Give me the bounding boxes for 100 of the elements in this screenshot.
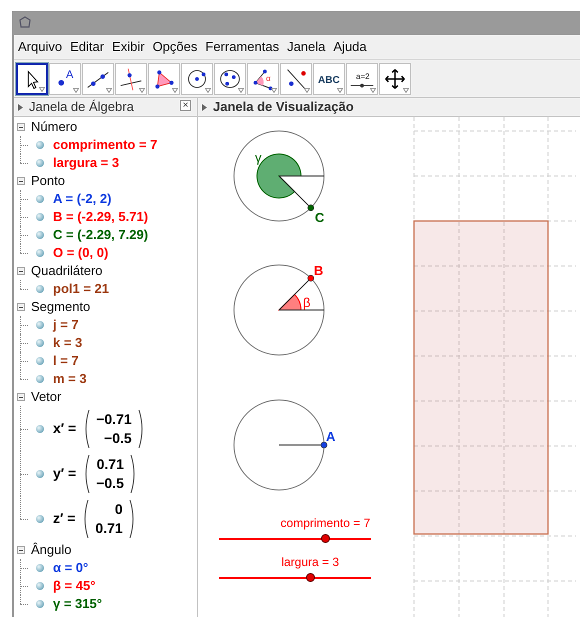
app-icon — [18, 16, 32, 30]
vector-component: 0.71 — [96, 454, 124, 474]
move-arrows-icon — [384, 68, 406, 89]
dropdown-triangle-icon[interactable] — [304, 88, 310, 92]
object-value[interactable]: B = (-2.29, 5.71) — [53, 207, 148, 227]
point[interactable] — [320, 442, 328, 448]
slider-label: comprimento = 7 — [280, 516, 370, 530]
tool-label: ABC — [318, 74, 340, 88]
visibility-bullet-icon[interactable] — [36, 321, 44, 329]
visibility-bullet-icon[interactable] — [36, 424, 44, 432]
menu-item[interactable]: Arquivo — [17, 37, 64, 57]
vector-component: 0.71 — [95, 518, 123, 538]
point-label: C — [314, 210, 324, 225]
category-label: Segmento — [31, 298, 90, 316]
collapse-icon[interactable] — [17, 303, 25, 311]
visibility-bullet-icon[interactable] — [36, 249, 44, 257]
collapse-icon[interactable] — [17, 177, 25, 185]
vector-label: y′ = — [53, 464, 76, 483]
object-value[interactable]: largura = 3 — [53, 153, 120, 173]
collapse-icon[interactable] — [17, 546, 25, 554]
visibility-bullet-icon[interactable] — [36, 213, 44, 221]
visibility-bullet-icon[interactable] — [36, 600, 44, 608]
tool-label: A — [66, 68, 74, 82]
tool-button[interactable] — [16, 62, 48, 94]
object-value[interactable]: l = 7 — [53, 351, 79, 371]
slider-label: largura = 3 — [281, 555, 340, 569]
object-value[interactable]: A = (-2, 2) — [53, 189, 112, 209]
menu-item[interactable]: Editar — [69, 37, 106, 57]
menu-item[interactable]: Exibir — [111, 37, 146, 57]
menu-item[interactable]: Janela — [286, 37, 326, 57]
circle-icon — [188, 70, 206, 88]
menu-item[interactable]: Ferramentas — [204, 37, 280, 57]
slider-thumb[interactable] — [321, 534, 330, 543]
tool-button[interactable]: ABC — [313, 62, 345, 94]
visibility-bullet-icon[interactable] — [36, 159, 44, 167]
object-value[interactable]: C = (-2.29, 7.29) — [53, 225, 148, 245]
vector-component: −0.5 — [96, 474, 124, 492]
collapse-icon[interactable] — [17, 393, 25, 401]
tool-label: a=2 — [356, 70, 370, 82]
visibility-bullet-icon[interactable] — [36, 195, 44, 203]
close-button[interactable]: × — [180, 100, 191, 111]
tool-button[interactable]: α — [247, 62, 279, 94]
visibility-bullet-icon[interactable] — [36, 582, 44, 590]
dropdown-triangle-icon[interactable] — [271, 88, 277, 92]
object-value[interactable]: m = 3 — [53, 369, 87, 389]
angle-label: β — [303, 295, 310, 310]
visibility-bullet-icon[interactable] — [36, 564, 44, 572]
tool-button[interactable]: a=2 — [346, 62, 378, 94]
category-label: Número — [31, 118, 78, 136]
visibility-bullet-icon[interactable] — [36, 141, 44, 149]
angle-sector — [256, 154, 302, 198]
object-value[interactable]: γ = 315° — [53, 594, 102, 614]
visibility-bullet-icon[interactable] — [36, 339, 44, 347]
vector-label: z′ = — [53, 509, 76, 528]
object-value[interactable]: α = 0° — [53, 558, 88, 578]
line-icon — [87, 71, 109, 88]
tool-label: α — [266, 72, 271, 84]
object-value[interactable]: β = 45° — [53, 576, 96, 596]
menu-item[interactable]: Opções — [152, 37, 198, 57]
point-icon — [58, 79, 64, 86]
collapse-icon[interactable] — [17, 267, 25, 275]
tool-button[interactable]: A — [49, 62, 81, 94]
vector-component: 0 — [114, 500, 123, 518]
perpendicular-line-icon — [120, 68, 142, 90]
collapse-triangle-icon[interactable] — [18, 104, 23, 110]
visibility-bullet-icon[interactable] — [36, 231, 44, 239]
vector-component: −0.71 — [96, 410, 132, 428]
category-label: Vetor — [31, 388, 62, 406]
collapse-triangle-icon[interactable] — [202, 104, 207, 110]
point[interactable] — [308, 204, 314, 212]
pointer-icon — [28, 70, 39, 89]
slider-thumb[interactable] — [306, 573, 316, 582]
category-label: Quadrilátero — [31, 262, 103, 280]
category-label: Ângulo — [31, 541, 72, 560]
object-value[interactable]: comprimento = 7 — [53, 135, 158, 155]
vector-label: x′ = — [53, 419, 76, 438]
panel-title: Janela de Álgebra — [29, 98, 134, 116]
object-value[interactable]: k = 3 — [53, 333, 82, 353]
visibility-bullet-icon[interactable] — [36, 285, 44, 293]
point[interactable] — [308, 274, 314, 282]
visibility-bullet-icon[interactable] — [36, 357, 44, 365]
angle-label: γ — [255, 150, 262, 165]
menu-item[interactable]: Ajuda — [332, 37, 368, 57]
visibility-bullet-icon[interactable] — [36, 470, 44, 478]
circle-icon — [220, 70, 240, 88]
category-label: Ponto — [31, 172, 65, 190]
angle-sector — [278, 294, 302, 310]
angle-icon — [254, 69, 272, 90]
visibility-bullet-icon[interactable] — [36, 375, 44, 383]
polygon-icon — [155, 70, 174, 88]
collapse-icon[interactable] — [17, 123, 25, 131]
point-label: B — [314, 263, 324, 278]
vector-component: −0.5 — [104, 428, 132, 448]
object-value[interactable]: j = 7 — [53, 315, 79, 335]
panel-title: Janela de Visualização — [213, 98, 354, 116]
visibility-bullet-icon[interactable] — [36, 514, 44, 522]
slider-icon — [350, 83, 374, 87]
object-value[interactable]: O = (0, 0) — [53, 243, 108, 263]
line-point-icon — [287, 68, 306, 90]
object-value[interactable]: pol1 = 21 — [53, 279, 109, 299]
